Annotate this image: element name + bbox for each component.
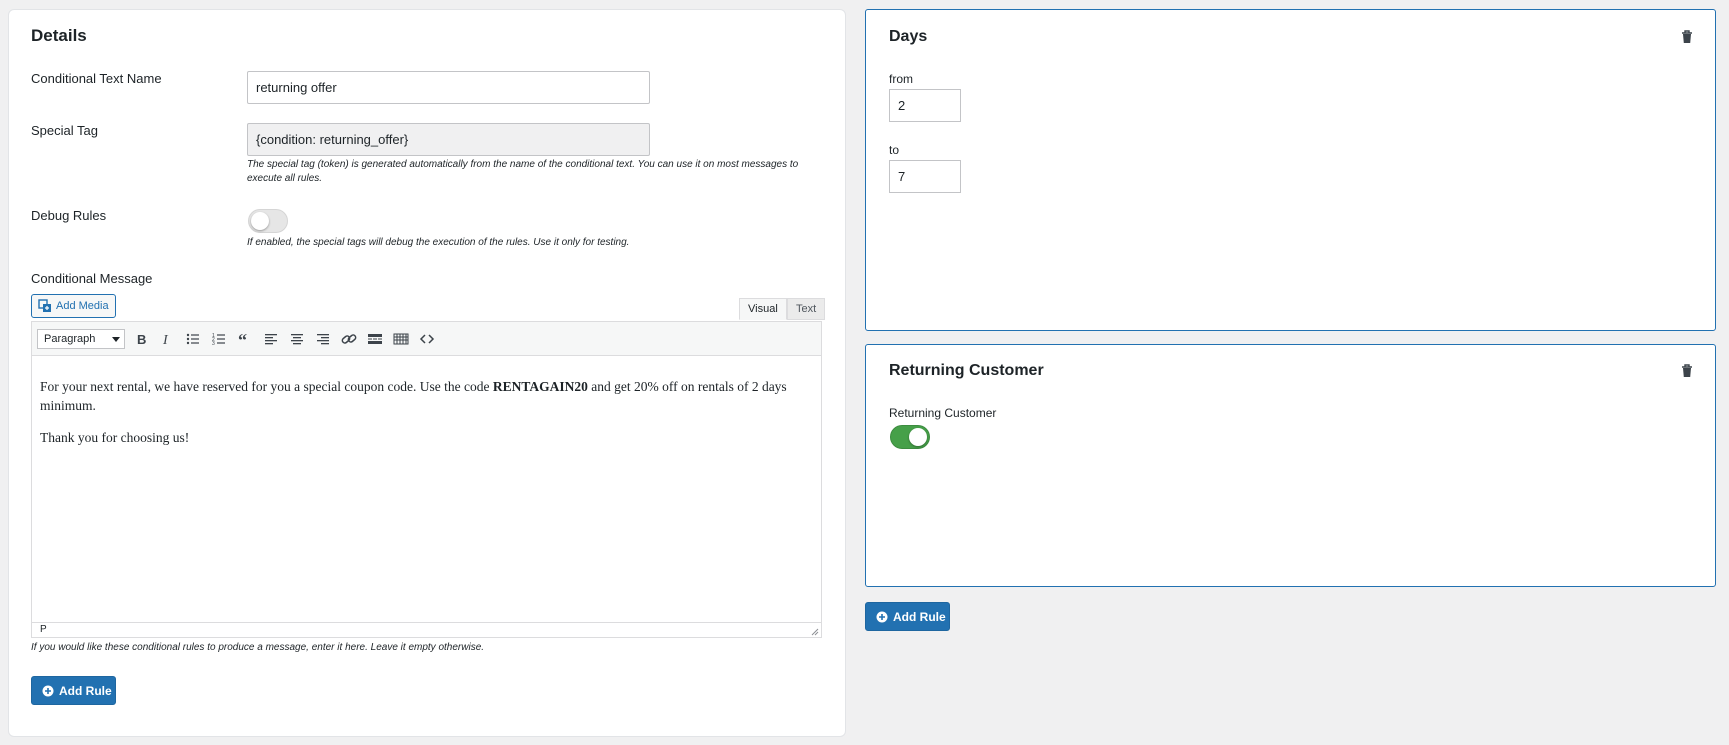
bold-icon[interactable]: B [131,329,151,349]
returning-customer-toggle[interactable] [890,425,930,449]
plus-circle-icon [876,611,888,623]
message-help: If you would like these conditional rule… [31,642,485,653]
days-title: Days [889,28,928,45]
special-tag-input[interactable]: {condition: returning_offer} [247,123,650,156]
debug-rules-toggle[interactable] [248,209,288,233]
special-tag-help-line2: execute all rules. [247,173,323,184]
svg-text:B: B [137,332,146,347]
chevron-down-icon [112,337,120,342]
from-input[interactable]: 2 [889,89,961,122]
add-media-label: Add Media [56,300,109,312]
align-left-icon[interactable] [261,329,281,349]
details-title: Details [31,26,87,45]
link-icon[interactable] [339,329,359,349]
add-media-button[interactable]: Add Media [31,294,116,318]
format-select-value: Paragraph [44,333,96,345]
toggle-knob [909,428,927,446]
add-rule-label: Add Rule [893,610,946,624]
code-icon[interactable] [417,329,437,349]
message-editor: Paragraph B I 123 “ For your next rental… [31,321,822,638]
returning-customer-label: Returning Customer [889,406,997,420]
debug-rules-help: If enabled, the special tags will debug … [247,237,630,248]
conditional-message-label: Conditional Message [31,271,153,286]
bulleted-list-icon[interactable] [183,329,203,349]
toggle-knob [251,212,269,230]
element-path[interactable]: P [40,624,47,635]
to-input[interactable]: 7 [889,160,961,193]
conditional-text-name-label: Conditional Text Name [31,71,162,86]
editor-toolbar: Paragraph B I 123 “ [32,322,821,356]
trash-icon[interactable] [1681,364,1693,378]
rule-card-returning-customer: Returning Customer Returning Customer [865,344,1716,587]
rule-card-days: Days from 2 to 7 [865,9,1716,331]
italic-icon[interactable]: I [157,329,177,349]
coupon-code: RENTAGAIN20 [492,379,588,394]
editor-content[interactable]: For your next rental, we have reserved f… [32,357,821,618]
svg-text:“: “ [238,330,247,349]
add-media-icon [38,299,51,312]
tab-text[interactable]: Text [787,298,826,320]
returning-customer-title: Returning Customer [889,362,1044,379]
add-rule-button-right[interactable]: Add Rule [865,602,950,631]
add-rule-button-left[interactable]: Add Rule [31,676,116,705]
trash-icon[interactable] [1681,30,1693,44]
align-center-icon[interactable] [287,329,307,349]
blockquote-icon[interactable]: “ [235,329,255,350]
message-text: For your next rental, we have reserved f… [40,379,493,394]
message-paragraph-1: For your next rental, we have reserved f… [40,377,813,415]
debug-rules-label: Debug Rules [31,208,107,223]
resize-grip-icon[interactable] [809,626,819,636]
tab-visual[interactable]: Visual [739,298,787,320]
add-rule-label: Add Rule [59,684,112,698]
special-tag-help-line1: The special tag (token) is generated aut… [247,159,799,170]
toolbar-toggle-icon[interactable] [391,329,411,349]
editor-statusbar: P [32,622,821,637]
to-label: to [889,143,900,157]
svg-text:I: I [162,333,169,348]
format-select[interactable]: Paragraph [37,329,125,349]
special-tag-label: Special Tag [31,123,98,138]
conditional-text-name-input[interactable]: returning offer [247,71,650,104]
from-label: from [889,72,913,86]
message-paragraph-2: Thank you for choosing us! [40,430,190,445]
align-right-icon[interactable] [313,329,333,349]
svg-text:3: 3 [212,341,215,347]
plus-circle-icon [42,685,54,697]
read-more-icon[interactable] [365,329,385,349]
numbered-list-icon[interactable]: 123 [209,329,229,349]
